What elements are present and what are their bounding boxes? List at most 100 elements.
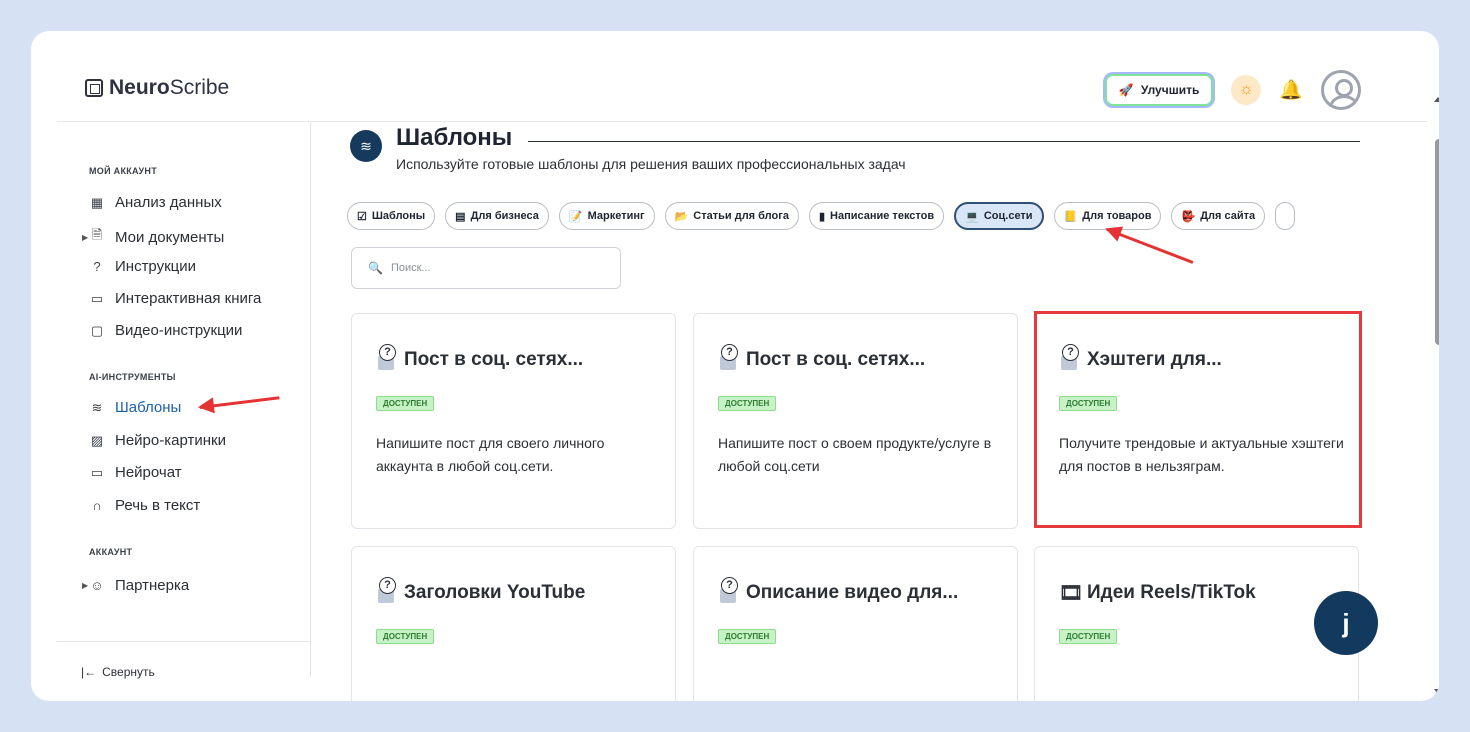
section-title-ai-tools: AI-ИНСТРУМЕНТЫ (89, 372, 176, 382)
question-document-icon: ? (718, 577, 740, 605)
collapse-left-icon: |← (81, 665, 97, 679)
caret-right-icon: ▶ (82, 232, 89, 242)
chip-label: Маркетинг (587, 210, 645, 222)
template-card[interactable]: ? Заголовки YouTube ДОСТУПЕН (351, 546, 676, 701)
brand-logo[interactable]: NeuroScribe (85, 76, 229, 100)
sidebar-item-label: Шаблоны (115, 399, 182, 416)
chip-website[interactable]: 👺 Для сайта (1171, 202, 1266, 230)
scrollbar-thumb[interactable] (1435, 139, 1439, 345)
brand-name-light: Scribe (169, 76, 230, 99)
status-badge: ДОСТУПЕН (376, 396, 435, 411)
sidebar-item-label: Инструкции (115, 258, 197, 275)
collapse-sidebar-button[interactable]: |← Свернуть (81, 665, 155, 679)
template-card[interactable]: ? Пост в соц. сетях... ДОСТУПЕН Напишите … (351, 313, 676, 529)
brand-name-bold: Neuro (109, 76, 170, 99)
card-title: Заголовки YouTube (404, 582, 586, 603)
section-title-my-account: МОЙ АККАУНТ (89, 166, 158, 176)
template-card[interactable]: ? Описание видео для... ДОСТУПЕН (693, 546, 1018, 701)
chip-business[interactable]: ▤ Для бизнеса (445, 202, 549, 230)
folder-icon: 📂 (674, 210, 689, 223)
mask-icon: 👺 (1181, 210, 1196, 223)
page-title: Шаблоны (396, 124, 513, 151)
chip-label: Статьи для блога (693, 210, 789, 222)
scroll-down-arrow-icon[interactable] (1434, 689, 1439, 694)
sidebar-item-neuro-images[interactable]: ▨ Нейро-картинки (89, 432, 226, 449)
question-document-icon: ? (376, 577, 398, 605)
status-badge: ДОСТУПЕН (718, 629, 777, 644)
grid-icon: ▦ (90, 194, 104, 210)
chip-label: Для сайта (1200, 210, 1256, 222)
chip-text-writing[interactable]: ▮ Написание текстов (808, 202, 945, 230)
book-icon: ▭ (90, 290, 104, 306)
title-divider (528, 141, 1360, 142)
card-title: Идеи Reels/TikTok (1087, 582, 1256, 603)
chip-label: Для бизнеса (470, 210, 539, 222)
theme-toggle-sun-icon[interactable]: ☼ (1231, 75, 1262, 105)
search-input[interactable] (390, 262, 611, 274)
ledger-icon: 📒 (1063, 210, 1078, 223)
question-document-icon: ? (376, 344, 398, 372)
app-window: NeuroScribe 🚀 Улучшить ☼ 🔔 МОЙ АККАУНТ ▦… (31, 31, 1439, 701)
sidebar-item-label: Мои документы (115, 228, 225, 246)
sidebar-item-my-documents[interactable]: ▶ 🗎 Мои документы (82, 226, 225, 248)
document-icon: 🗎 (91, 227, 103, 242)
chip-marketing[interactable]: 📝 Маркетинг (558, 202, 655, 230)
sidebar-item-label: Нейро-картинки (115, 432, 226, 449)
upgrade-button[interactable]: 🚀 Улучшить (1104, 74, 1214, 106)
sidebar-item-speech-to-text[interactable]: ∩ Речь в текст (89, 497, 200, 514)
scroll-up-arrow-icon[interactable] (1434, 97, 1439, 102)
notebook-icon: ▤ (455, 210, 466, 223)
chip-social-media[interactable]: 💻 Соц.сети (954, 202, 1044, 230)
laptop-icon: 💻 (965, 210, 979, 223)
sidebar-item-label: Нейрочат (115, 464, 182, 481)
status-badge: ДОСТУПЕН (1059, 629, 1118, 644)
template-card[interactable]: ? Пост в соц. сетях... ДОСТУПЕН Напишите … (693, 313, 1018, 529)
sidebar-item-partners[interactable]: ▶ ☺ Партнерка (82, 577, 190, 594)
layers-icon: ≋ (350, 130, 382, 162)
chat-fab-button[interactable]: ϳ (1314, 591, 1378, 655)
status-badge: ДОСТУПЕН (1059, 396, 1118, 411)
card-description: Получите трендовые и актуальные хэштеги … (1059, 435, 1344, 474)
sidebar-item-interactive-book[interactable]: ▭ Интерактивная книга (89, 290, 262, 307)
avatar[interactable] (1321, 70, 1361, 110)
status-badge: ДОСТУПЕН (376, 629, 435, 644)
sidebar-item-data-analysis[interactable]: ▦ Анализ данных (89, 194, 222, 211)
template-card-hashtags[interactable]: ? Хэштеги для... ДОСТУПЕН Получите трендо… (1034, 313, 1359, 529)
chip-label: Шаблоны (371, 210, 426, 222)
image-icon: ▨ (90, 432, 104, 448)
book-icon (85, 79, 103, 97)
chip-more[interactable] (1275, 202, 1296, 230)
sidebar-item-neurochat[interactable]: ▭ Нейрочат (89, 464, 182, 481)
card-title: Пост в соц. сетях... (404, 349, 584, 370)
card-description: Напишите пост для своего личного аккаунт… (376, 435, 605, 474)
chip-label: Для товаров (1082, 210, 1152, 222)
help-circle-icon: ? (93, 259, 101, 274)
checkbox-icon: ☑ (357, 210, 367, 223)
sidebar-item-video-instructions[interactable]: ▢ Видео-инструкции (89, 322, 243, 339)
chat-bubble-icon: ▭ (90, 464, 104, 480)
phone-icon: ▮ (818, 210, 826, 223)
notification-bell-icon[interactable]: 🔔 (1279, 78, 1303, 102)
sidebar-item-label: Анализ данных (115, 194, 222, 211)
search-box: 🔍 (351, 247, 621, 289)
sidebar-divider (57, 641, 311, 642)
chip-blog-articles[interactable]: 📂 Статьи для блога (664, 202, 799, 230)
card-title: Пост в соц. сетях... (746, 349, 926, 370)
card-title: Хэштеги для... (1087, 349, 1222, 370)
question-document-icon: ? (1059, 344, 1081, 372)
sidebar-item-templates[interactable]: ≋ Шаблоны (89, 399, 182, 416)
template-card[interactable]: 🎞 Идеи Reels/TikTok ДОСТУПЕН (1034, 546, 1359, 701)
chip-templates[interactable]: ☑ Шаблоны (347, 202, 436, 230)
sidebar-item-label: Партнерка (115, 577, 190, 594)
card-description: Напишите пост о своем продукте/услуге в … (718, 435, 992, 474)
rocket-icon: 🚀 (1118, 83, 1134, 97)
upgrade-label: Улучшить (1140, 83, 1200, 97)
sidebar-item-label: Речь в текст (115, 497, 201, 514)
sidebar-item-instructions[interactable]: ? Инструкции (89, 258, 196, 275)
question-document-icon: ? (718, 344, 740, 372)
headphones-icon: ∩ (92, 498, 102, 513)
card-title: Описание видео для... (746, 582, 959, 603)
sidebar-item-label: Видео-инструкции (115, 322, 243, 339)
chip-label: Соц.сети (983, 210, 1033, 222)
section-title-account: АККАУНТ (89, 547, 133, 557)
